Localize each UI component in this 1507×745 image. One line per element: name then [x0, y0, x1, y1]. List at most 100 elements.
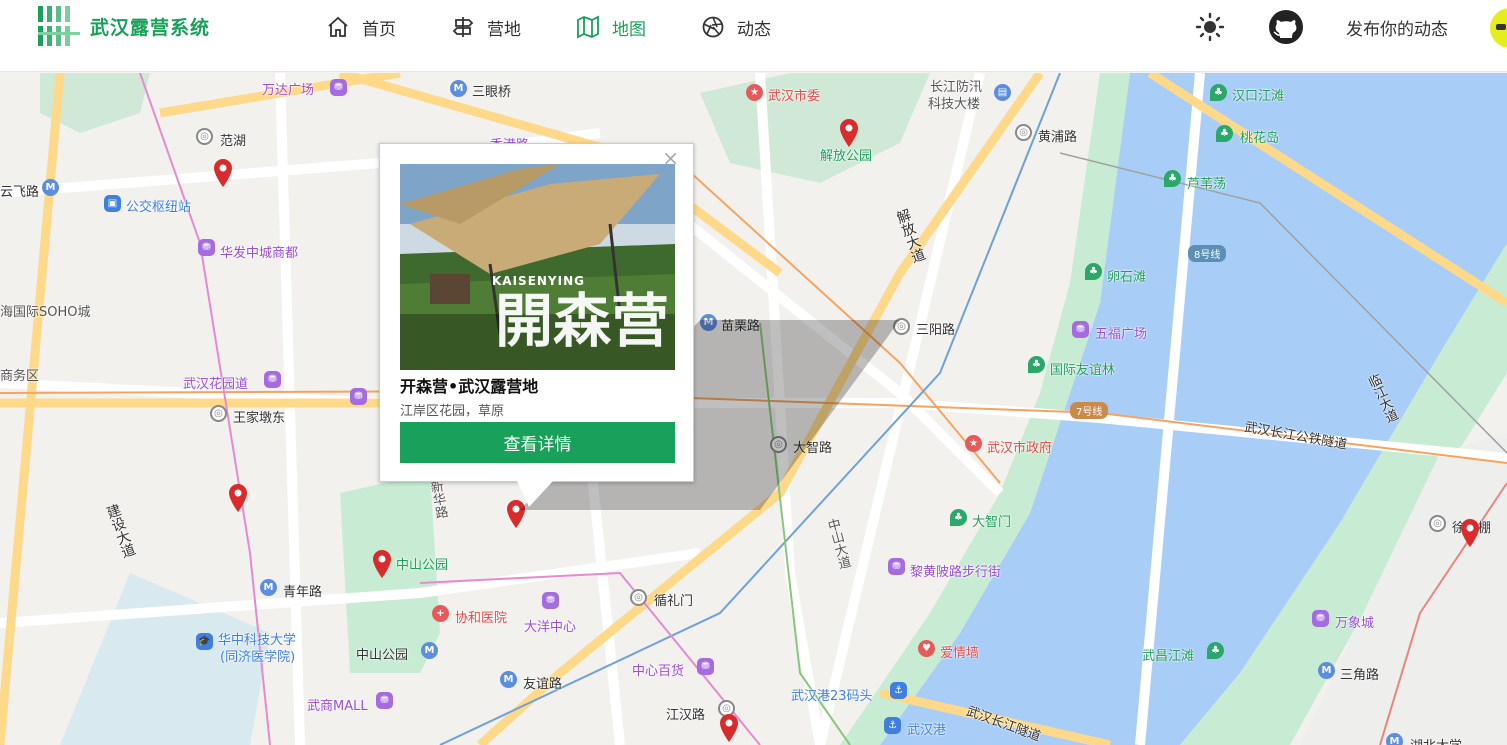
- map-icon: [577, 15, 599, 39]
- map-label-gongjiao: 公交枢纽站: [126, 200, 192, 215]
- publish-feed-link[interactable]: 发布你的动态: [1346, 15, 1448, 40]
- metro-icon: M: [42, 179, 59, 196]
- map-label-taohuadao: 桃花岛: [1240, 131, 1280, 146]
- bus-icon: ▣: [104, 195, 121, 212]
- map-label-wanxiang: 万象城: [1335, 616, 1375, 631]
- government-icon: ★: [746, 84, 763, 101]
- campsite-marker[interactable]: [838, 118, 860, 148]
- map-label-soho: 海国际SOHO城: [0, 305, 91, 320]
- campsite-marker[interactable]: [1459, 518, 1481, 548]
- rail-station-icon: ◎: [630, 589, 647, 606]
- nav-map[interactable]: 地图: [576, 0, 646, 54]
- campsite-marker[interactable]: [227, 483, 249, 513]
- map-label-youyi: 友谊路: [523, 677, 563, 692]
- map-label-hubeida: 湖北大学: [1410, 735, 1462, 745]
- shopping-icon: ⛃: [1312, 610, 1329, 627]
- office-icon: ▤: [994, 84, 1011, 101]
- campsite-subtitle: 江岸区花园，草原: [400, 404, 505, 419]
- logo-mark-icon: [38, 6, 80, 46]
- logo[interactable]: 武汉露营系统: [38, 6, 210, 46]
- shopping-icon: ⛃: [264, 371, 281, 388]
- app-title: 武汉露营系统: [90, 16, 211, 39]
- avatar[interactable]: [1490, 8, 1507, 48]
- government-icon: ★: [965, 435, 982, 452]
- map-label-huangpu: 黄浦路: [1038, 130, 1078, 145]
- map-label-luweidang: 芦苇荡: [1187, 177, 1227, 192]
- metro-icon: M: [260, 579, 277, 596]
- park-icon: ♣: [1085, 263, 1102, 280]
- map-label-yunfei: 云飞路: [0, 185, 40, 200]
- nav-camps[interactable]: 营地: [451, 0, 521, 54]
- photo-big-text: 開森营: [495, 287, 670, 355]
- heart-icon: ♥: [918, 640, 935, 657]
- shopping-icon: ⛃: [542, 592, 559, 609]
- map-label-wangjiadun: 王家墩东: [233, 411, 286, 426]
- campsite-marker[interactable]: [212, 158, 234, 188]
- shopping-icon: ⛃: [330, 79, 347, 96]
- campsite-marker[interactable]: [371, 549, 393, 579]
- campsite-marker[interactable]: [718, 713, 740, 743]
- shopping-icon: ⛃: [350, 388, 367, 405]
- map-label-hankou: 汉口江滩: [1232, 89, 1285, 104]
- map-label-wuhangang23: 武汉港23码头: [791, 689, 873, 704]
- nav-map-label: 地图: [612, 19, 646, 40]
- metro-icon: M: [1386, 733, 1403, 745]
- map-label-dayang: 大洋中心: [524, 620, 577, 635]
- home-icon: [328, 16, 348, 37]
- rail-station-icon: ◎: [210, 405, 227, 422]
- metro-icon: M: [421, 642, 438, 659]
- metro-line-8-badge: 8号线: [1188, 245, 1227, 262]
- nav-feed[interactable]: 动态: [701, 0, 771, 54]
- campsite-popup: × KAISENYING 開森营 开森营•武汉露营地 江岸区花园，草原 查看详情: [379, 143, 694, 482]
- map-label-wuhanshiwei: 武汉市委: [768, 89, 821, 104]
- map-label-wuchang: 武昌江滩: [1142, 649, 1195, 664]
- github-icon[interactable]: [1268, 8, 1304, 46]
- nav-camps-label: 营地: [487, 19, 521, 40]
- rail-station-icon: ◎: [1015, 124, 1032, 141]
- map-label-fanhu: 范湖: [220, 134, 247, 149]
- app-root: 武汉露营系统 首页 营地 地图 动态 发布你的动态 万达广场 ⛃ M 三眼桥 ★…: [0, 0, 1507, 745]
- nav-feed-label: 动态: [737, 19, 771, 40]
- view-details-button[interactable]: 查看详情: [400, 422, 675, 463]
- camera-shutter-icon: [702, 16, 724, 38]
- map-label-wuhangang: 武汉港: [907, 723, 947, 738]
- map-label-zhongshanpark2: 中山公园: [356, 648, 409, 663]
- park-icon: ♣: [1216, 125, 1233, 142]
- shopping-icon: ⛃: [888, 558, 905, 575]
- map-label-shangwu: 商务区: [0, 369, 40, 384]
- map-label-zhengfu: 武汉市政府: [987, 441, 1053, 456]
- school-icon: 🎓: [196, 633, 213, 650]
- map-label-xunlimen: 循礼门: [654, 594, 694, 609]
- metro-icon: M: [1318, 662, 1335, 679]
- map-label-zhongshanpark: 中山公园: [396, 558, 449, 573]
- campsite-title: 开森营•武汉露营地: [400, 377, 539, 396]
- map-label-huayuan: 武汉花园道: [183, 377, 249, 392]
- map-label-qingnian: 青年路: [283, 585, 323, 600]
- sun-icon[interactable]: [1195, 8, 1225, 46]
- shopping-icon: ⛃: [697, 658, 714, 675]
- shopping-icon: ⛃: [1072, 321, 1089, 338]
- map-label-dazhimen: 大智门: [972, 515, 1012, 530]
- metro-icon: M: [450, 80, 467, 97]
- map-label-sanyang: 三阳路: [916, 323, 956, 338]
- nav-home-label: 首页: [362, 19, 396, 40]
- map-label-wufu: 五福广场: [1095, 327, 1148, 342]
- metro-icon: M: [500, 671, 517, 688]
- top-header: 武汉露营系统 首页 营地 地图 动态 发布你的动态: [0, 0, 1507, 72]
- map-label-youyilin: 国际友谊林: [1050, 363, 1116, 378]
- hospital-icon: +: [432, 605, 449, 622]
- shopping-icon: ⛃: [376, 692, 393, 709]
- map-label-zhongxin: 中心百货: [632, 664, 685, 679]
- park-icon: ♣: [1207, 642, 1224, 659]
- map-label-aiqing: 爱情墙: [940, 646, 980, 661]
- anchor-icon: ⚓: [890, 682, 907, 699]
- park-icon: ♣: [1210, 84, 1227, 101]
- park-icon: ♣: [1028, 356, 1045, 373]
- park-icon: ♣: [950, 509, 967, 526]
- campsite-photo: KAISENYING 開森营: [400, 164, 675, 370]
- metro-line-7-badge: 7号线: [1070, 402, 1109, 419]
- signpost-icon: [452, 17, 474, 37]
- popup-tail: [517, 481, 553, 507]
- map-label-huafa: 华发中城商都: [220, 246, 299, 261]
- nav-home[interactable]: 首页: [326, 0, 396, 54]
